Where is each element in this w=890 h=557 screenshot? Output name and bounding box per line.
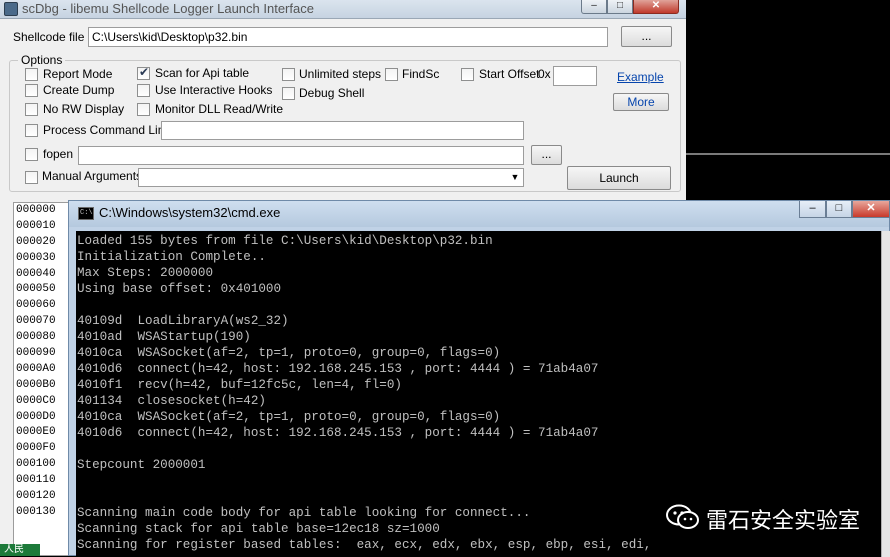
interactive-hooks-checkbox[interactable] <box>137 84 150 97</box>
no-rw-display-checkbox[interactable] <box>25 103 38 116</box>
console-line: 4010d6 connect(h=42, host: 192.168.245.1… <box>77 426 599 440</box>
process-cmdline-checkbox[interactable] <box>25 124 38 137</box>
start-offset-label: Start Offset <box>479 67 540 81</box>
cmd-close-button[interactable]: ✕ <box>852 201 890 218</box>
taskbar-fragment[interactable]: 人民 <box>0 544 40 556</box>
manual-args-checkbox[interactable] <box>25 171 38 184</box>
create-dump-checkbox[interactable] <box>25 84 38 97</box>
scdbg-close-button[interactable]: ✕ <box>633 0 679 14</box>
background-window <box>686 0 890 154</box>
debug-shell-checkbox[interactable] <box>282 87 295 100</box>
hex-offset-row[interactable]: 000010 <box>16 219 74 235</box>
process-cmdline-label: Process Command Line <box>43 123 172 137</box>
report-mode-checkbox[interactable] <box>25 68 38 81</box>
hex-offset-row[interactable]: 000020 <box>16 235 74 251</box>
console-line: Loaded 155 bytes from file C:\Users\kid\… <box>77 234 493 248</box>
console-line: 4010ca WSASocket(af=2, tp=1, proto=0, gr… <box>77 410 501 424</box>
launch-button[interactable]: Launch <box>567 166 671 190</box>
fopen-browse-button[interactable]: ... <box>531 145 562 165</box>
hex-offset-list[interactable]: 000000 000010 000020 000030 000040 000050 0000… <box>13 202 75 556</box>
monitor-dll-checkbox[interactable] <box>137 103 150 116</box>
hex-offset-row[interactable]: 0000C0 <box>16 394 74 410</box>
cmd-title-text: C:\Windows\system32\cmd.exe <box>99 205 281 220</box>
window-divider <box>686 153 890 155</box>
cmd-maximize-button[interactable]: □ <box>826 201 852 218</box>
options-legend: Options <box>18 53 66 67</box>
console-line: Using base offset: 0x401000 <box>77 282 282 296</box>
debug-shell-label: Debug Shell <box>299 86 365 100</box>
create-dump-label: Create Dump <box>43 83 115 97</box>
watermark: 雷石安全实验室 <box>666 502 886 534</box>
hex-offset-row[interactable]: 000080 <box>16 330 74 346</box>
cmd-app-icon: C:\ <box>78 207 94 220</box>
hex-offset-row[interactable]: 000110 <box>16 473 74 489</box>
hex-offset-row[interactable]: 000130 <box>16 505 74 521</box>
shellcode-file-label: Shellcode file <box>13 30 85 44</box>
scdbg-title-text: scDbg - libemu Shellcode Logger Launch I… <box>22 1 314 16</box>
console-line: 4010ad WSAStartup(190) <box>77 330 251 344</box>
scdbg-maximize-button[interactable]: □ <box>607 0 633 14</box>
scdbg-minimize-button[interactable]: – <box>581 0 607 14</box>
hex-offset-row[interactable]: 000090 <box>16 346 74 362</box>
chevron-down-icon[interactable]: ▼ <box>508 170 522 185</box>
wechat-icon <box>666 504 699 529</box>
console-line: 4010f1 recv(h=42, buf=12fc5c, len=4, fl=… <box>77 378 402 392</box>
start-offset-checkbox[interactable] <box>461 68 474 81</box>
fopen-label: fopen <box>43 147 74 161</box>
hex-offset-row[interactable]: 000000 <box>16 203 74 219</box>
cmd-titlebar[interactable]: C:\ C:\Windows\system32\cmd.exe – □ ✕ <box>69 201 890 227</box>
console-line: Stepcount 2000001 <box>77 458 206 472</box>
no-rw-display-label: No RW Display <box>43 102 125 116</box>
console-line: 40109d LoadLibraryA(ws2_32) <box>77 314 289 328</box>
start-offset-input[interactable] <box>553 66 597 86</box>
scan-api-table-label: Scan for Api table <box>155 66 250 80</box>
hex-offset-row[interactable]: 000050 <box>16 282 74 298</box>
hex-offset-row[interactable]: 0000D0 <box>16 410 74 426</box>
report-mode-label: Report Mode <box>43 67 113 81</box>
hex-offset-row[interactable]: 0000E0 <box>16 425 74 441</box>
hex-offset-row[interactable]: 000040 <box>16 267 74 283</box>
start-offset-prefix: 0x <box>538 67 551 81</box>
watermark-text: 雷石安全实验室 <box>706 509 861 534</box>
hex-offset-row[interactable]: 000030 <box>16 251 74 267</box>
scan-api-table-checkbox[interactable] <box>137 65 150 80</box>
interactive-hooks-label: Use Interactive Hooks <box>155 83 273 97</box>
hex-offset-row[interactable]: 0000A0 <box>16 362 74 378</box>
fopen-checkbox[interactable] <box>25 148 38 161</box>
console-line: 4010d6 connect(h=42, host: 192.168.245.1… <box>77 362 599 376</box>
unlimited-steps-label: Unlimited steps <box>299 67 382 81</box>
hex-offset-row[interactable]: 0000B0 <box>16 378 74 394</box>
console-line: 4010ca WSASocket(af=2, tp=1, proto=0, gr… <box>77 346 501 360</box>
example-link[interactable]: Example <box>617 70 664 84</box>
console-line: 401134 closesocket(h=42) <box>77 394 266 408</box>
more-button[interactable]: More <box>613 93 669 111</box>
shellcode-file-input[interactable]: C:\Users\kid\Desktop\p32.bin <box>88 27 608 47</box>
hex-offset-row[interactable]: 000120 <box>16 489 74 505</box>
hex-offset-row[interactable]: 000100 <box>16 457 74 473</box>
hex-offset-row[interactable]: 000070 <box>16 314 74 330</box>
findsc-label: FindSc <box>402 67 440 81</box>
hex-offset-row[interactable]: 0000F0 <box>16 441 74 457</box>
manual-args-select[interactable] <box>138 168 524 187</box>
cmd-minimize-button[interactable]: – <box>799 201 826 218</box>
hex-offset-row[interactable]: 000060 <box>16 298 74 314</box>
manual-args-label: Manual Arguments <box>42 169 143 183</box>
process-cmdline-input[interactable] <box>161 121 524 140</box>
console-line: Max Steps: 2000000 <box>77 266 214 280</box>
console-line: Scanning for register based tables: eax,… <box>77 538 652 552</box>
monitor-dll-label: Monitor DLL Read/Write <box>155 102 284 116</box>
shellcode-browse-button[interactable]: ... <box>621 26 672 47</box>
fopen-input[interactable] <box>78 146 524 165</box>
unlimited-steps-checkbox[interactable] <box>282 68 295 81</box>
findsc-checkbox[interactable] <box>385 68 398 81</box>
scdbg-app-icon <box>4 2 18 16</box>
console-line: Initialization Complete.. <box>77 250 266 264</box>
